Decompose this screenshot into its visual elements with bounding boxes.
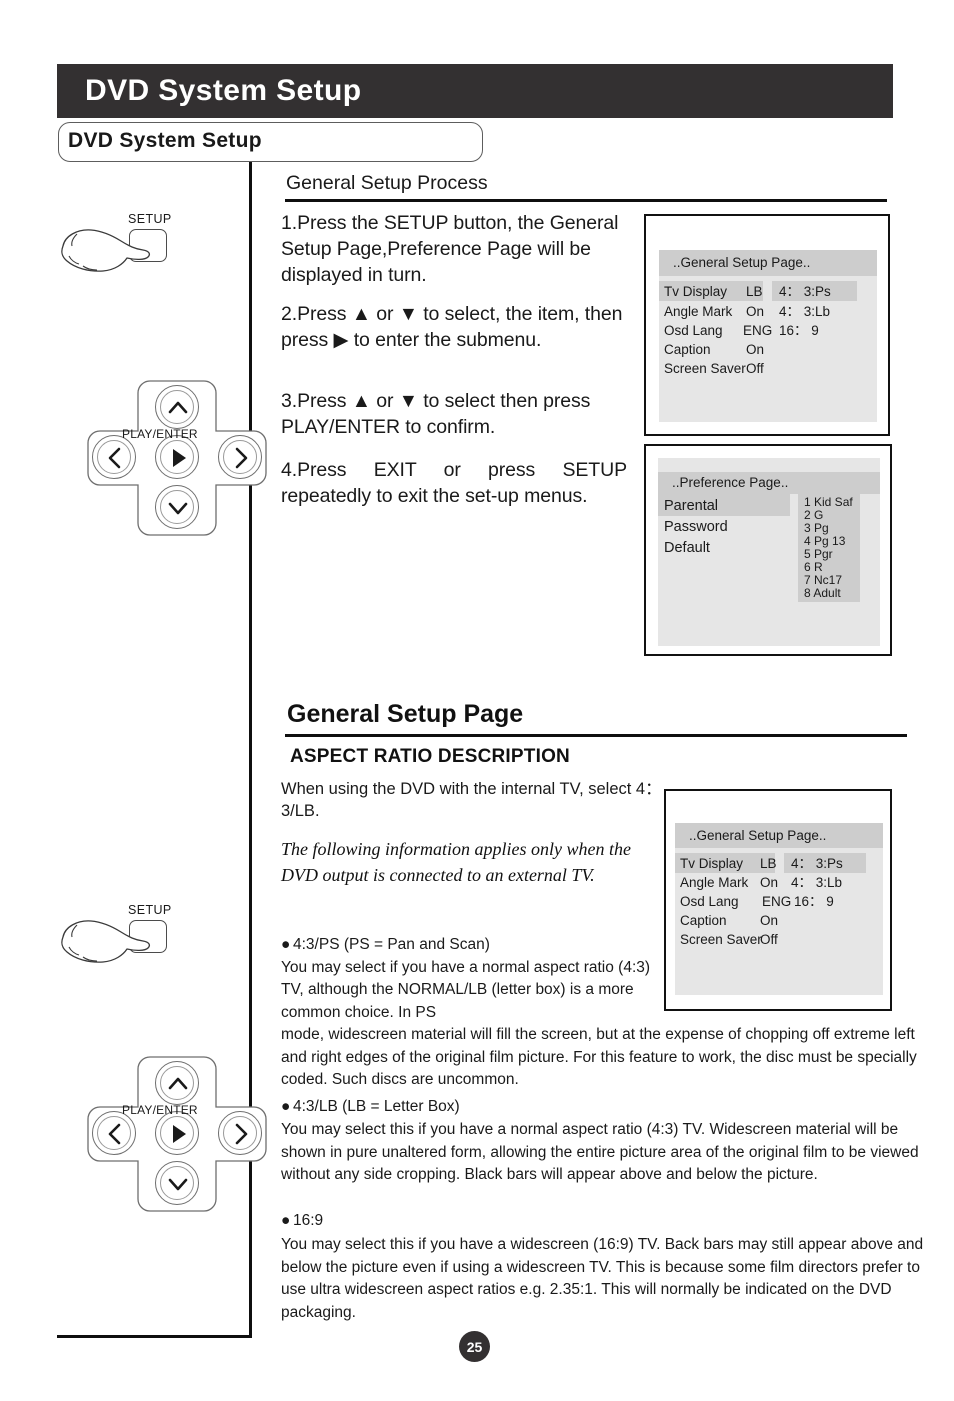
general-setup-process-rule [285, 199, 887, 202]
page-number-badge: 25 [459, 1331, 490, 1362]
osd-panel-preference: ..Preference Page.. Parental Password De… [644, 444, 892, 656]
osd-title: ..Preference Page.. [658, 472, 880, 494]
aspect-169-body: You may select this if you have a widesc… [281, 1236, 924, 1321]
aspect-ratio-note: The following information applies only w… [281, 839, 631, 885]
dpad-right-button[interactable] [218, 1111, 262, 1155]
osd-row-label[interactable]: Password [664, 518, 728, 537]
general-setup-process-heading: General Setup Process [286, 172, 488, 194]
osd-row-value[interactable]: ENG [743, 321, 772, 340]
osd-row-label[interactable]: Default [664, 539, 710, 558]
general-setup-page-rule [285, 734, 907, 737]
setup-key-label: SETUP [128, 212, 172, 226]
bottom-left-rule [57, 1335, 252, 1338]
osd-row-value[interactable]: On [746, 340, 764, 359]
osd-row-label[interactable]: Osd Lang [680, 892, 739, 911]
osd-panel-general-setup-1: ..General Setup Page.. Tv Display LB 4： … [644, 214, 890, 436]
osd-row-value[interactable]: On [760, 911, 778, 930]
osd-row-label[interactable]: Angle Mark [680, 873, 748, 892]
aspect-ps-block: ● 4:3/PS (PS = Pan and Scan) You may sel… [281, 934, 657, 1024]
bullet-dot-icon: ● [281, 936, 291, 953]
osd-row-value[interactable]: Off [760, 930, 778, 949]
osd-option-item[interactable]: 5 Pgr [804, 548, 833, 560]
dpad-left-button[interactable] [92, 1111, 136, 1155]
play-enter-label: PLAY/ENTER [122, 1103, 198, 1117]
dpad-down-button[interactable] [155, 1161, 199, 1205]
pointing-hand-icon [61, 229, 150, 272]
osd-row-value[interactable]: ENG [762, 892, 791, 911]
osd-row-option[interactable]: 16： 9 [794, 892, 834, 911]
osd-row-value[interactable]: On [746, 302, 764, 321]
osd-panel-general-setup-2: ..General Setup Page.. Tv Display LB 4： … [664, 789, 892, 1011]
play-icon [173, 449, 186, 467]
bullet-dot-icon: ● [281, 1212, 291, 1229]
osd-row-option[interactable]: 4： 3:Ps [791, 854, 843, 873]
pointing-hand-icon [61, 920, 150, 963]
setup-key-label: SETUP [128, 903, 172, 917]
aspect-169-bullet-line: ● 16:9 [281, 1210, 941, 1233]
osd-row-label[interactable]: Caption [664, 340, 711, 359]
dpad-down-button[interactable] [155, 485, 199, 529]
general-setup-page-heading: General Setup Page [287, 700, 524, 728]
osd-row-option[interactable]: 4： 3:Ps [779, 282, 831, 301]
osd-row-option[interactable]: 4： 3:Lb [779, 302, 830, 321]
osd-option-item[interactable]: 8 Adult [804, 587, 841, 599]
aspect-ps-bullet-line: ● 4:3/PS (PS = Pan and Scan) [281, 934, 657, 957]
osd-row-value[interactable]: Off [746, 359, 764, 378]
osd-row-label[interactable]: Tv Display [664, 282, 727, 301]
osd-option-item[interactable]: 1 Kid Saf [804, 496, 853, 508]
play-enter-button[interactable] [155, 435, 199, 479]
page-title: DVD System Setup [85, 74, 362, 107]
osd-row-label[interactable]: Osd Lang [664, 321, 723, 340]
setup-key-group-bottom: SETUP [57, 903, 237, 973]
osd-option-item[interactable]: 3 Pg [804, 522, 829, 534]
dpad-up-button[interactable] [155, 385, 199, 429]
setup-step-1: 1.Press the SETUP button, the General Se… [281, 212, 619, 286]
aspect-lb-bullet-line: ● 4:3/LB (LB = Letter Box) [281, 1096, 941, 1119]
play-enter-button[interactable] [155, 1111, 199, 1155]
osd-title: ..General Setup Page.. [659, 250, 877, 276]
osd-row-option[interactable]: 4： 3:Lb [791, 873, 842, 892]
osd-title: ..General Setup Page.. [675, 823, 883, 848]
osd-row-label[interactable]: Tv Display [680, 854, 743, 873]
play-enter-label: PLAY/ENTER [122, 427, 198, 441]
dpad-left-button[interactable] [92, 435, 136, 479]
section-title: DVD System Setup [68, 129, 262, 152]
osd-row-label[interactable]: Parental [664, 497, 718, 516]
osd-row-option[interactable]: 16： 9 [779, 321, 819, 340]
setup-step-4: 4.Press EXIT or press SETUP repeatedly t… [281, 459, 627, 507]
aspect-ps-bullet: 4:3/PS (PS = Pan and Scan) [293, 936, 490, 953]
osd-row-label[interactable]: Angle Mark [664, 302, 732, 321]
bullet-dot-icon: ● [281, 1098, 291, 1115]
osd-row-value[interactable]: LB [760, 854, 777, 873]
setup-key-group-top: SETUP [57, 212, 237, 282]
aspect-ps-body-b: mode, widescreen material will fill the … [281, 1026, 917, 1088]
dpad-top: PLAY/ENTER [82, 377, 272, 537]
aspect-ratio-heading: ASPECT RATIO DESCRIPTION [290, 746, 570, 767]
osd-row-value[interactable]: LB [746, 282, 763, 301]
aspect-ps-body-a: You may select if you have a normal aspe… [281, 958, 651, 1021]
aspect-ratio-intro: When using the DVD with the internal TV,… [281, 780, 662, 820]
osd-option-item[interactable]: 2 G [804, 509, 823, 521]
setup-step-2: 2.Press ▲ or ▼ to select, the item, then… [281, 303, 623, 351]
setup-step-3: 3.Press ▲ or ▼ to select then press PLAY… [281, 390, 591, 438]
play-icon [173, 1125, 186, 1143]
osd-row-label[interactable]: Caption [680, 911, 727, 930]
dpad-right-button[interactable] [218, 435, 262, 479]
osd-row-value[interactable]: On [760, 873, 778, 892]
aspect-lb-body: You may select this if you have a normal… [281, 1121, 919, 1183]
osd-row-label[interactable]: Screen Saver [680, 930, 762, 949]
osd-option-item[interactable]: 7 Nc17 [804, 574, 842, 586]
dpad-bottom: PLAY/ENTER [82, 1053, 272, 1213]
osd-option-item[interactable]: 6 R [804, 561, 823, 573]
osd-option-item[interactable]: 4 Pg 13 [804, 535, 845, 547]
osd-row-label[interactable]: Screen Saver [664, 359, 746, 378]
aspect-169-bullet: 16:9 [293, 1212, 324, 1229]
aspect-lb-bullet: 4:3/LB (LB = Letter Box) [293, 1098, 460, 1115]
dpad-up-button[interactable] [155, 1061, 199, 1105]
